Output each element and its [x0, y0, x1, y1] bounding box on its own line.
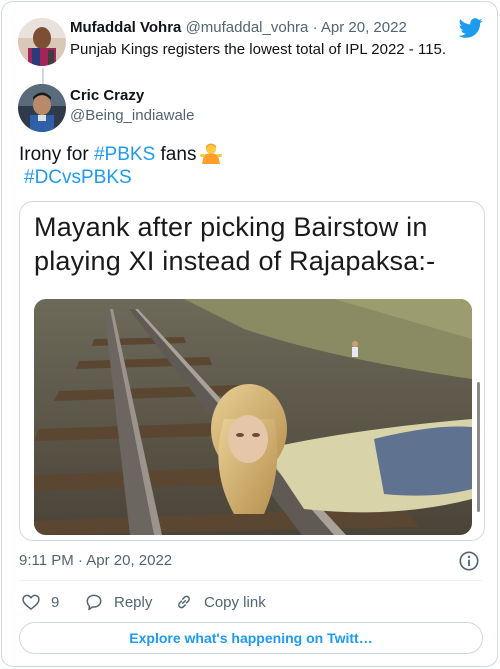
author-name[interactable]: Cric Crazy	[70, 86, 144, 106]
copy-link-label: Copy link	[204, 593, 266, 611]
tweet-text-line-2: #DCvsPBKS	[19, 166, 485, 190]
tweet-text: Irony for #PBKS fans #DCvsPBKS	[19, 142, 485, 190]
parent-separator: ·	[312, 19, 318, 36]
hashtag-pbks[interactable]: #PBKS	[94, 144, 155, 165]
meme-caption-line-2: playing XI instead of Rajapaksa:-	[34, 246, 436, 276]
tweet-text-line-1: Irony for #PBKS fans	[19, 142, 485, 166]
media-scrollbar	[477, 382, 480, 512]
like-button[interactable]: 9	[21, 591, 59, 613]
heart-icon	[22, 594, 40, 610]
tweet-text-prefix: Irony for	[19, 144, 94, 165]
meme-caption-line-1: Mayank after picking Bairstow in	[34, 212, 428, 242]
copy-link-button[interactable]: Copy link	[174, 591, 266, 613]
author-avatar[interactable]	[18, 84, 66, 132]
tweet-media[interactable]: Mayank after picking Bairstow in playing…	[19, 201, 485, 541]
tweet-actions: 9 Reply Copy link	[19, 591, 483, 613]
reply-button[interactable]: Reply	[84, 591, 152, 613]
parent-tweet[interactable]: Mufaddal Vohra @mufaddal_vohra · Apr 20,…	[18, 16, 488, 84]
author-handle[interactable]: @Being_indiawale	[70, 106, 194, 126]
divider	[19, 580, 483, 581]
explore-button[interactable]: Explore what's happening on Twitt…	[19, 622, 483, 654]
parent-header: Mufaddal Vohra @mufaddal_vohra · Apr 20,…	[70, 18, 407, 38]
parent-author-name[interactable]: Mufaddal Vohra	[70, 19, 181, 36]
info-icon[interactable]	[458, 550, 480, 572]
meme-caption: Mayank after picking Bairstow in playing…	[34, 210, 474, 278]
like-count: 9	[51, 593, 60, 611]
reply-bubble-icon	[86, 594, 102, 611]
tweet-embed-card: Mufaddal Vohra @mufaddal_vohra · Apr 20,…	[1, 1, 498, 667]
parent-tweet-text: Punjab Kings registers the lowest total …	[70, 41, 447, 58]
reply-label: Reply	[114, 593, 153, 611]
tweet-author[interactable]: Cric Crazy @Being_indiawale	[18, 84, 488, 132]
person-shrugging-emoji-icon	[200, 143, 223, 164]
link-icon	[178, 595, 190, 609]
thread-connector	[42, 68, 44, 84]
tweet-timestamp[interactable]: 9:11 PM · Apr 20, 2022	[19, 551, 172, 571]
twitter-bird-icon[interactable]	[459, 16, 483, 40]
parent-date[interactable]: Apr 20, 2022	[321, 19, 407, 36]
parent-avatar[interactable]	[18, 18, 66, 66]
parent-author-handle[interactable]: @mufaddal_vohra	[186, 19, 309, 36]
tweet-text-middle: fans	[155, 144, 197, 165]
hashtag-dcvspbks[interactable]: #DCvsPBKS	[24, 167, 132, 188]
meme-photo	[34, 299, 472, 535]
